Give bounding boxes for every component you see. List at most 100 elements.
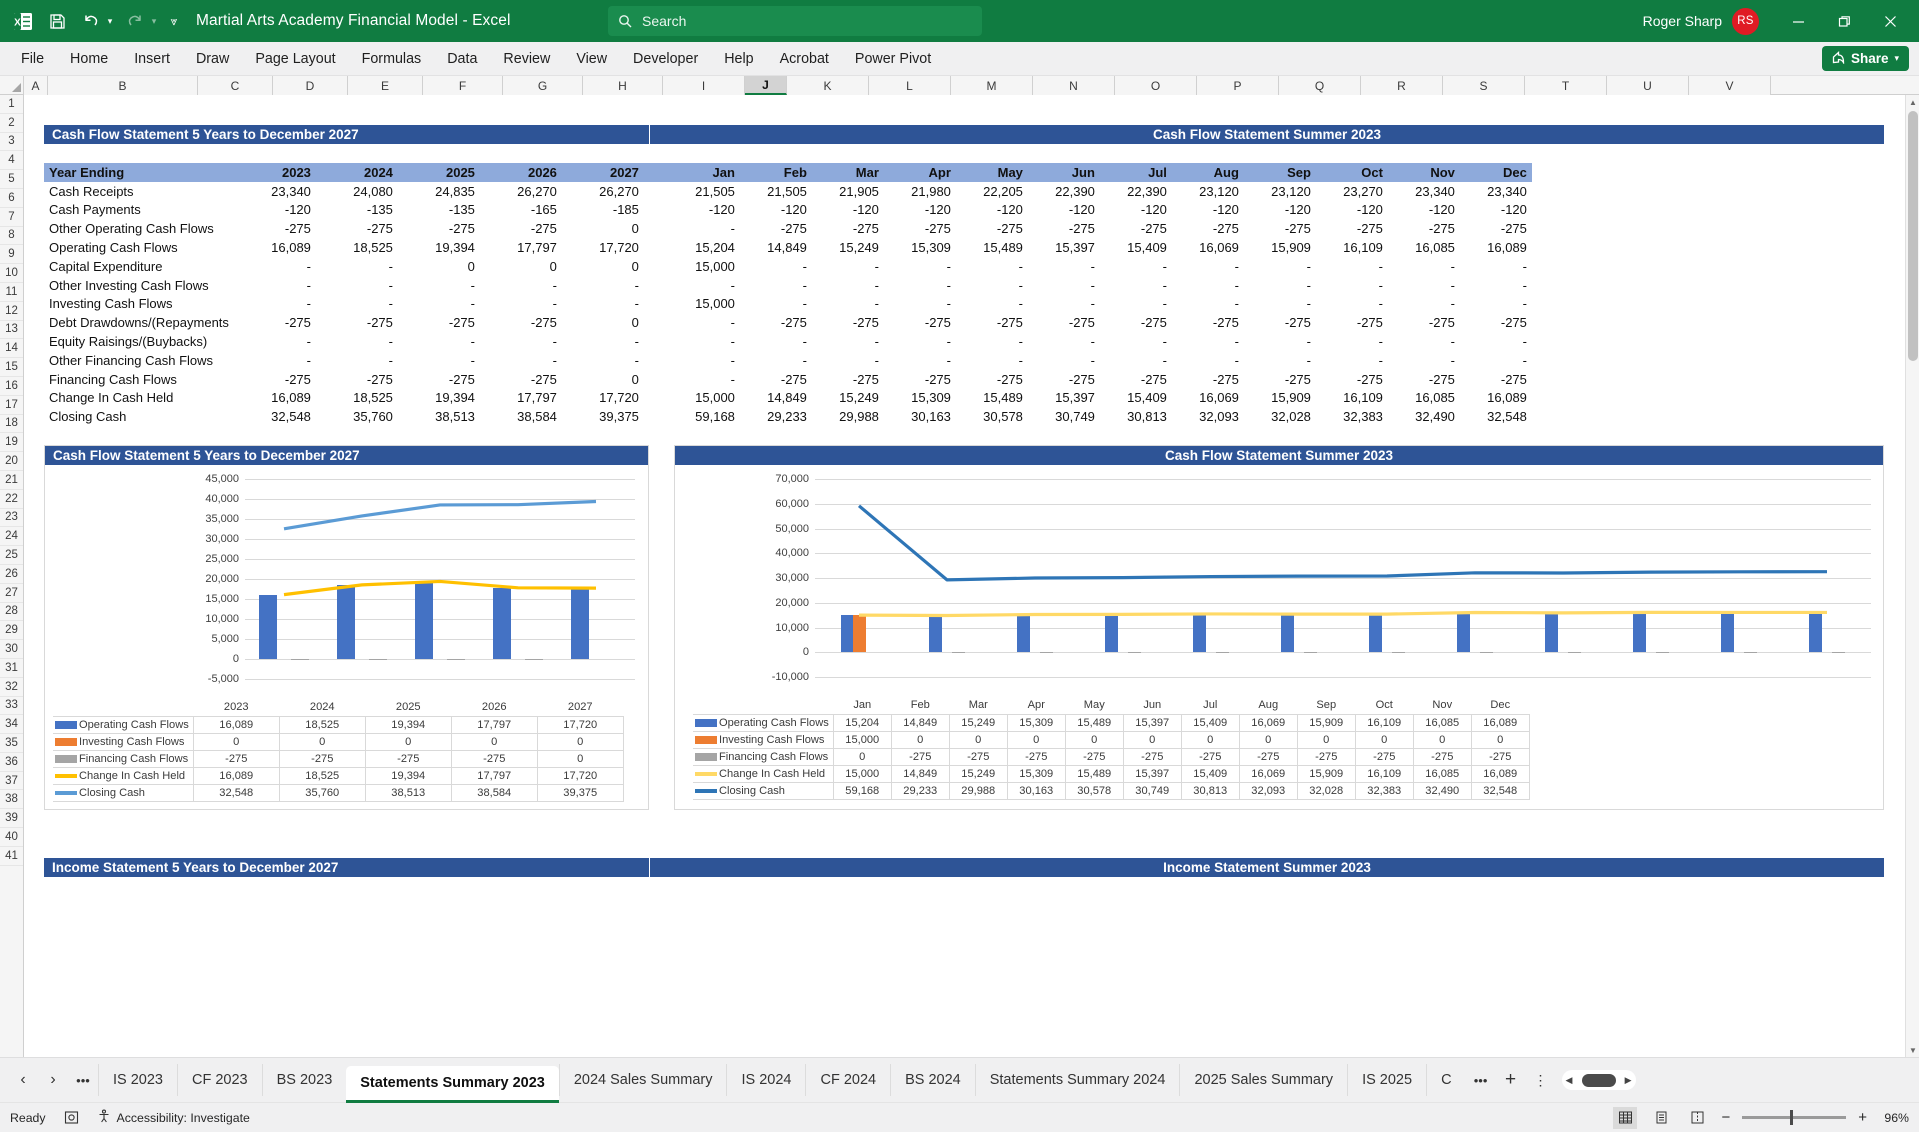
row-header-18[interactable]: 18 [0, 415, 23, 434]
close-button[interactable] [1867, 0, 1913, 42]
add-sheet-button[interactable]: + [1496, 1065, 1526, 1095]
tab-prev-icon[interactable]: ‹ [8, 1065, 38, 1095]
column-header-e[interactable]: E [348, 76, 423, 95]
row-header-11[interactable]: 11 [0, 283, 23, 302]
ribbon-tab-formulas[interactable]: Formulas [349, 46, 435, 72]
row-header-2[interactable]: 2 [0, 114, 23, 133]
ribbon-tab-developer[interactable]: Developer [620, 46, 711, 72]
row-header-32[interactable]: 32 [0, 678, 23, 697]
row-header-20[interactable]: 20 [0, 452, 23, 471]
row-header-38[interactable]: 38 [0, 790, 23, 810]
ribbon-tab-draw[interactable]: Draw [183, 46, 242, 72]
column-header-n[interactable]: N [1033, 76, 1115, 95]
row-header-25[interactable]: 25 [0, 546, 23, 565]
row-header-24[interactable]: 24 [0, 527, 23, 547]
page-layout-view-icon[interactable] [1649, 1107, 1673, 1129]
row-header-26[interactable]: 26 [0, 565, 23, 584]
minimize-button[interactable] [1775, 0, 1821, 42]
ribbon-tab-data[interactable]: Data [434, 46, 490, 72]
tab-list-icon[interactable]: ••• [68, 1065, 98, 1095]
row-header-28[interactable]: 28 [0, 603, 23, 622]
column-header-r[interactable]: R [1361, 76, 1443, 95]
row-header-37[interactable]: 37 [0, 772, 23, 791]
sheet-tab-2024-sales-summary[interactable]: 2024 Sales Summary [558, 1064, 727, 1096]
redo-dropdown-icon[interactable]: ▾ [146, 4, 162, 38]
sheet-tab-cf-2023[interactable]: CF 2023 [177, 1064, 262, 1096]
column-header-q[interactable]: Q [1279, 76, 1361, 95]
sheet-tab-is-2024[interactable]: IS 2024 [726, 1064, 805, 1096]
sheet-canvas[interactable]: Cash Flow Statement 5 Years to December … [24, 95, 1905, 1057]
column-header-h[interactable]: H [583, 76, 663, 95]
tab-overflow-icon[interactable]: ••• [1466, 1065, 1496, 1095]
row-header-29[interactable]: 29 [0, 621, 23, 641]
sheet-tab-statements-summary-2023[interactable]: Statements Summary 2023 [346, 1065, 559, 1103]
zoom-slider-thumb[interactable] [1790, 1110, 1794, 1125]
ribbon-tab-help[interactable]: Help [711, 46, 766, 72]
recording-macro-icon[interactable] [64, 1110, 79, 1125]
column-header-b[interactable]: B [48, 76, 198, 95]
column-header-u[interactable]: U [1607, 76, 1689, 95]
column-header-f[interactable]: F [423, 76, 503, 95]
column-header-j[interactable]: J [745, 76, 787, 95]
sheet-tab-is-2023[interactable]: IS 2023 [98, 1064, 177, 1096]
row-header-22[interactable]: 22 [0, 490, 23, 509]
zoom-level-label[interactable]: 96% [1879, 1111, 1909, 1125]
save-icon[interactable] [40, 4, 74, 38]
row-header-8[interactable]: 8 [0, 227, 23, 246]
row-header-36[interactable]: 36 [0, 753, 23, 772]
column-header-k[interactable]: K [787, 76, 869, 95]
row-header-1[interactable]: 1 [0, 95, 23, 114]
chart-panel-five-year[interactable]: Cash Flow Statement 5 Years to December … [44, 445, 649, 810]
ribbon-tab-review[interactable]: Review [490, 46, 563, 72]
sheet-tab-2025-sales-summary[interactable]: 2025 Sales Summary [1179, 1064, 1347, 1096]
row-header-4[interactable]: 4 [0, 151, 23, 171]
vertical-scrollbar[interactable]: ▲ ▼ [1905, 95, 1919, 1057]
sheet-tab-c[interactable]: C [1426, 1064, 1465, 1096]
normal-view-icon[interactable] [1613, 1106, 1638, 1129]
sheet-tab-bs-2023[interactable]: BS 2023 [261, 1064, 347, 1096]
ribbon-tab-insert[interactable]: Insert [121, 46, 183, 72]
scroll-down-icon[interactable]: ▼ [1906, 1043, 1919, 1057]
row-header-12[interactable]: 12 [0, 302, 23, 321]
undo-dropdown-icon[interactable]: ▾ [102, 4, 118, 38]
share-button[interactable]: Share ▾ [1821, 46, 1909, 71]
column-header-c[interactable]: C [198, 76, 273, 95]
page-break-preview-icon[interactable] [1685, 1107, 1709, 1129]
column-header-d[interactable]: D [273, 76, 348, 95]
row-header-31[interactable]: 31 [0, 659, 23, 678]
row-header-7[interactable]: 7 [0, 208, 23, 227]
column-header-a[interactable]: A [24, 76, 48, 95]
row-header-19[interactable]: 19 [0, 433, 23, 453]
scroll-up-icon[interactable]: ▲ [1906, 95, 1919, 109]
row-header-35[interactable]: 35 [0, 734, 23, 753]
ribbon-tab-page-layout[interactable]: Page Layout [242, 46, 348, 72]
row-header-27[interactable]: 27 [0, 584, 23, 603]
row-header-13[interactable]: 13 [0, 321, 23, 340]
zoom-slider[interactable] [1742, 1110, 1847, 1125]
vertical-scroll-thumb[interactable] [1908, 111, 1918, 361]
row-header-39[interactable]: 39 [0, 809, 23, 829]
row-header-40[interactable]: 40 [0, 828, 23, 847]
row-header-23[interactable]: 23 [0, 509, 23, 528]
zoom-in-button[interactable]: + [1858, 1109, 1867, 1126]
row-header-30[interactable]: 30 [0, 640, 23, 659]
column-header-i[interactable]: I [663, 76, 745, 95]
column-header-m[interactable]: M [951, 76, 1033, 95]
sheet-tab-cf-2024[interactable]: CF 2024 [805, 1064, 890, 1096]
tab-next-icon[interactable]: › [38, 1065, 68, 1095]
row-header-10[interactable]: 10 [0, 264, 23, 283]
column-header-s[interactable]: S [1443, 76, 1525, 95]
accessibility-status[interactable]: Accessibility: Investigate [97, 1109, 250, 1126]
ribbon-tab-home[interactable]: Home [57, 46, 121, 72]
row-header-5[interactable]: 5 [0, 170, 23, 189]
row-header-34[interactable]: 34 [0, 715, 23, 735]
column-header-l[interactable]: L [869, 76, 951, 95]
ribbon-tab-power-pivot[interactable]: Power Pivot [842, 46, 944, 72]
row-header-14[interactable]: 14 [0, 339, 23, 359]
hscroll-right-icon[interactable]: ▶ [1625, 1075, 1632, 1086]
avatar[interactable]: RS [1732, 7, 1759, 35]
search-box[interactable]: Search [608, 6, 982, 36]
sheet-tab-statements-summary-2024[interactable]: Statements Summary 2024 [974, 1064, 1180, 1096]
restore-button[interactable] [1821, 0, 1867, 42]
column-header-p[interactable]: P [1197, 76, 1279, 95]
